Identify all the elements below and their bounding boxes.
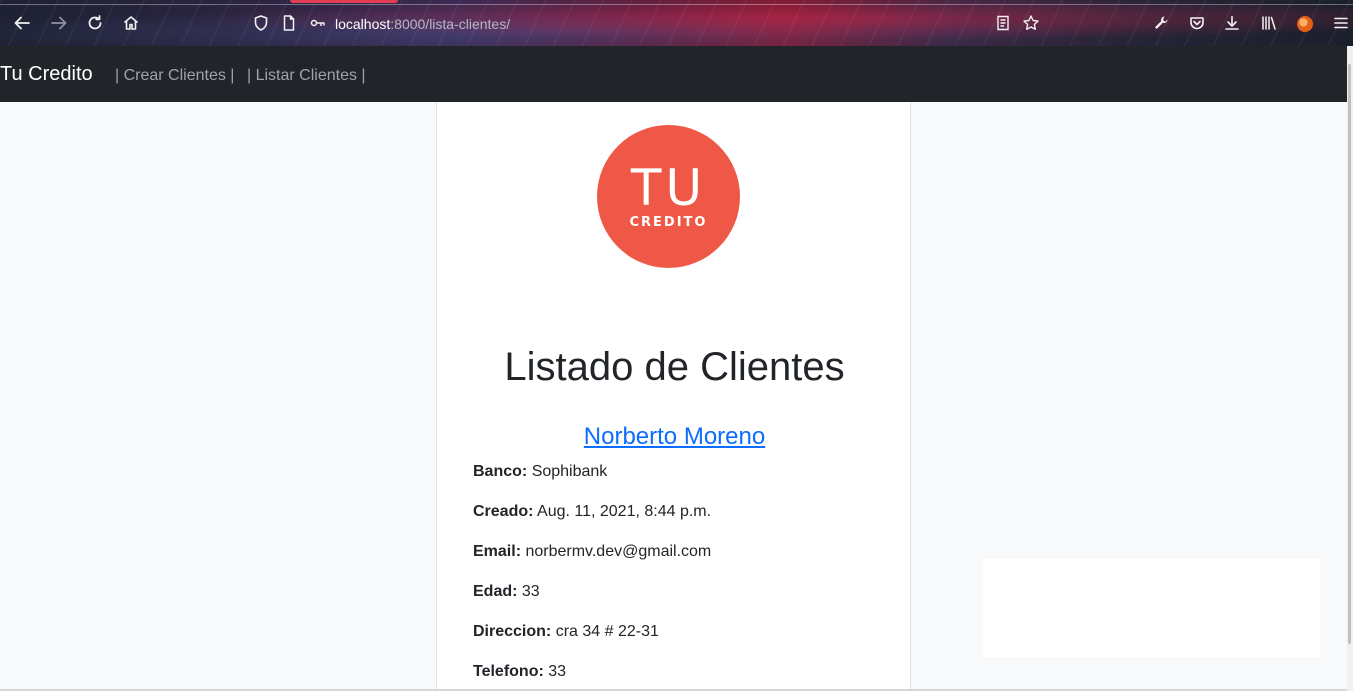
tu-credito-logo: TU CREDITO xyxy=(597,125,740,268)
client-list-card: TU CREDITO Listado de Clientes Norberto … xyxy=(436,102,911,691)
field-value: 33 xyxy=(548,663,567,680)
field-label: Banco: xyxy=(473,463,528,480)
site-navbar: Tu Credito | Crear Clientes | | Listar C… xyxy=(0,46,1347,102)
field-edad: Edad: 33 xyxy=(473,583,540,601)
field-value: Sophibank xyxy=(531,463,608,480)
back-arrow-icon[interactable] xyxy=(12,13,32,33)
active-tab-indicator[interactable] xyxy=(290,0,398,3)
field-label: Email: xyxy=(473,543,522,560)
home-icon[interactable] xyxy=(121,13,141,33)
field-label: Edad: xyxy=(473,583,518,600)
field-label: Creado: xyxy=(473,503,534,520)
bookmark-star-icon[interactable] xyxy=(1021,13,1041,33)
url-bar[interactable]: localhost:8000/lista-clientes/ xyxy=(335,16,510,32)
tab-strip-divider xyxy=(0,4,1353,5)
shield-icon[interactable] xyxy=(251,13,271,33)
page-title: Listado de Clientes xyxy=(504,345,845,389)
field-telefono: Telefono: 33 xyxy=(473,663,566,681)
field-value: cra 34 # 22-31 xyxy=(555,623,659,640)
field-value: Aug. 11, 2021, 8:44 p.m. xyxy=(537,503,712,520)
wrench-icon[interactable] xyxy=(1151,13,1171,33)
field-value: 33 xyxy=(521,583,540,600)
field-label: Telefono: xyxy=(473,663,544,680)
pocket-icon[interactable] xyxy=(1187,13,1207,33)
connection-icon[interactable] xyxy=(308,13,328,33)
blank-panel xyxy=(983,559,1320,657)
url-host: localhost xyxy=(335,16,391,32)
browser-toolbar: localhost:8000/lista-clientes/ xyxy=(0,0,1353,46)
page-scrollbar[interactable] xyxy=(1347,46,1353,691)
field-direccion: Direccion: cra 34 # 22-31 xyxy=(473,623,659,641)
forward-arrow-icon[interactable] xyxy=(49,13,69,33)
scrollbar-thumb[interactable] xyxy=(1348,64,1351,644)
url-path: :8000/lista-clientes/ xyxy=(390,16,511,32)
field-label: Direccion: xyxy=(473,623,552,640)
download-icon[interactable] xyxy=(1222,13,1242,33)
field-value: norbermv.dev@gmail.com xyxy=(525,543,712,560)
field-banco: Banco: Sophibank xyxy=(473,463,607,481)
library-icon[interactable] xyxy=(1259,13,1279,33)
field-email: Email: norbermv.dev@gmail.com xyxy=(473,543,711,561)
nav-crear-clientes[interactable]: | Crear Clientes | xyxy=(115,67,234,85)
page-icon[interactable] xyxy=(279,13,299,33)
nav-listar-clientes[interactable]: | Listar Clientes | xyxy=(247,67,366,85)
logo-sub-text: CREDITO xyxy=(629,215,708,230)
client-name-link[interactable]: Norberto Moreno xyxy=(437,423,912,451)
reader-view-icon[interactable] xyxy=(993,13,1013,33)
logo-main-text: TU xyxy=(630,159,707,217)
extension-icon[interactable] xyxy=(1297,16,1313,32)
menu-icon[interactable] xyxy=(1331,13,1351,33)
reload-icon[interactable] xyxy=(85,13,105,33)
brand-link[interactable]: Tu Credito xyxy=(0,63,93,86)
field-creado: Creado: Aug. 11, 2021, 8:44 p.m. xyxy=(473,503,711,521)
